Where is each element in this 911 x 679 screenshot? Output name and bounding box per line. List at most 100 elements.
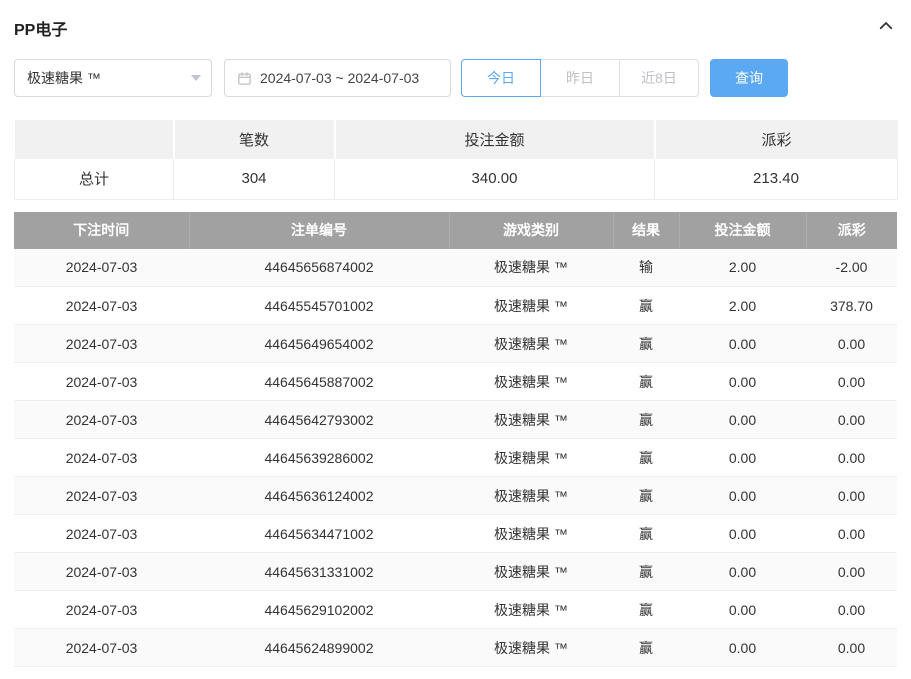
- cell-payout: 0.00: [806, 591, 897, 629]
- table-row: 2024-07-03 44645656874002 极速糖果 ™ 输 2.00 …: [14, 249, 897, 287]
- cell-bet-time: 2024-07-03: [14, 629, 189, 667]
- cell-result: 赢: [613, 325, 679, 363]
- cell-game-type: 极速糖果 ™: [449, 249, 613, 287]
- cell-payout: 0.00: [806, 629, 897, 667]
- cell-result: 赢: [613, 553, 679, 591]
- header-bet-time: 下注时间: [14, 212, 189, 249]
- cell-payout: 0.00: [806, 325, 897, 363]
- cell-result: 赢: [613, 287, 679, 325]
- cell-bet-time: 2024-07-03: [14, 401, 189, 439]
- cell-game-type: 极速糖果 ™: [449, 553, 613, 591]
- cell-result: 输: [613, 249, 679, 287]
- cell-bet-id: 44645545701002: [189, 287, 449, 325]
- cell-bet-time: 2024-07-03: [14, 477, 189, 515]
- cell-result: 赢: [613, 401, 679, 439]
- summary-header-empty: [15, 120, 174, 159]
- cell-game-type: 极速糖果 ™: [449, 515, 613, 553]
- filter-bar: 极速糖果 ™ 2024-07-03 ~ 2024-07-03 今日 昨日 近8日…: [14, 58, 897, 98]
- cell-result: 赢: [613, 591, 679, 629]
- cell-bet-time: 2024-07-03: [14, 363, 189, 401]
- cell-result: 赢: [613, 477, 679, 515]
- game-select-value: 极速糖果 ™: [27, 68, 101, 88]
- pp-electronic-panel: PP电子 极速糖果 ™ 2024-07-03 ~ 2024-07-03 今日 昨…: [0, 0, 911, 679]
- summary-table: 笔数 投注金额 派彩 总计 304 340.00 213.40: [14, 120, 898, 200]
- summary-header-bet-amount: 投注金额: [335, 120, 655, 159]
- cell-bet-amount: 0.00: [679, 515, 806, 553]
- table-row: 2024-07-03 44645639286002 极速糖果 ™ 赢 0.00 …: [14, 439, 897, 477]
- cell-payout: 0.00: [806, 439, 897, 477]
- chevron-down-icon: [191, 75, 201, 81]
- cell-bet-amount: 0.00: [679, 553, 806, 591]
- table-row: 2024-07-03 44645645887002 极速糖果 ™ 赢 0.00 …: [14, 363, 897, 401]
- bet-table-body: 2024-07-03 44645656874002 极速糖果 ™ 输 2.00 …: [14, 249, 897, 667]
- header-result: 结果: [613, 212, 679, 249]
- cell-result: 赢: [613, 629, 679, 667]
- date-range-input[interactable]: 2024-07-03 ~ 2024-07-03: [224, 59, 451, 97]
- cell-bet-time: 2024-07-03: [14, 515, 189, 553]
- cell-payout: -2.00: [806, 249, 897, 287]
- cell-payout: 0.00: [806, 477, 897, 515]
- cell-game-type: 极速糖果 ™: [449, 591, 613, 629]
- summary-total-bet-amount: 340.00: [335, 159, 655, 199]
- cell-game-type: 极速糖果 ™: [449, 325, 613, 363]
- cell-bet-id: 44645631331002: [189, 553, 449, 591]
- cell-bet-time: 2024-07-03: [14, 553, 189, 591]
- summary-header-payout: 派彩: [655, 120, 898, 159]
- cell-bet-time: 2024-07-03: [14, 439, 189, 477]
- table-row: 2024-07-03 44645649654002 极速糖果 ™ 赢 0.00 …: [14, 325, 897, 363]
- yesterday-button[interactable]: 昨日: [540, 59, 620, 97]
- cell-bet-id: 44645656874002: [189, 249, 449, 287]
- cell-payout: 0.00: [806, 401, 897, 439]
- table-row: 2024-07-03 44645634471002 极速糖果 ™ 赢 0.00 …: [14, 515, 897, 553]
- game-select[interactable]: 极速糖果 ™: [14, 59, 212, 97]
- cell-bet-id: 44645639286002: [189, 439, 449, 477]
- cell-bet-amount: 0.00: [679, 477, 806, 515]
- cell-game-type: 极速糖果 ™: [449, 363, 613, 401]
- cell-bet-id: 44645634471002: [189, 515, 449, 553]
- cell-result: 赢: [613, 363, 679, 401]
- cell-bet-amount: 0.00: [679, 363, 806, 401]
- cell-bet-amount: 0.00: [679, 591, 806, 629]
- table-row: 2024-07-03 44645631331002 极速糖果 ™ 赢 0.00 …: [14, 553, 897, 591]
- header-bet-id: 注单编号: [189, 212, 449, 249]
- table-row: 2024-07-03 44645636124002 极速糖果 ™ 赢 0.00 …: [14, 477, 897, 515]
- search-button[interactable]: 查询: [710, 59, 788, 97]
- cell-game-type: 极速糖果 ™: [449, 401, 613, 439]
- today-button[interactable]: 今日: [461, 59, 541, 97]
- cell-bet-amount: 0.00: [679, 439, 806, 477]
- header-bet-amount: 投注金额: [679, 212, 806, 249]
- table-row: 2024-07-03 44645624899002 极速糖果 ™ 赢 0.00 …: [14, 629, 897, 667]
- cell-payout: 0.00: [806, 553, 897, 591]
- cell-bet-time: 2024-07-03: [14, 591, 189, 629]
- cell-bet-amount: 2.00: [679, 249, 806, 287]
- collapse-panel-button[interactable]: [875, 15, 897, 42]
- cell-bet-id: 44645642793002: [189, 401, 449, 439]
- cell-game-type: 极速糖果 ™: [449, 287, 613, 325]
- cell-payout: 0.00: [806, 363, 897, 401]
- cell-bet-amount: 0.00: [679, 629, 806, 667]
- chevron-up-icon: [877, 17, 895, 40]
- cell-result: 赢: [613, 439, 679, 477]
- summary-total-label: 总计: [15, 159, 174, 199]
- cell-bet-amount: 0.00: [679, 325, 806, 363]
- cell-bet-amount: 0.00: [679, 401, 806, 439]
- cell-bet-amount: 2.00: [679, 287, 806, 325]
- calendar-icon: [237, 71, 252, 86]
- header-game-type: 游戏类别: [449, 212, 613, 249]
- cell-bet-time: 2024-07-03: [14, 287, 189, 325]
- cell-bet-id: 44645636124002: [189, 477, 449, 515]
- cell-payout: 0.00: [806, 515, 897, 553]
- summary-header-row: 笔数 投注金额 派彩: [15, 120, 898, 159]
- summary-header-count: 笔数: [174, 120, 335, 159]
- panel-header: PP电子: [14, 12, 897, 44]
- summary-total-row: 总计 304 340.00 213.40: [15, 159, 898, 199]
- last-8-days-button[interactable]: 近8日: [619, 59, 699, 97]
- cell-game-type: 极速糖果 ™: [449, 439, 613, 477]
- cell-game-type: 极速糖果 ™: [449, 629, 613, 667]
- cell-result: 赢: [613, 515, 679, 553]
- cell-bet-id: 44645649654002: [189, 325, 449, 363]
- table-row: 2024-07-03 44645642793002 极速糖果 ™ 赢 0.00 …: [14, 401, 897, 439]
- cell-bet-time: 2024-07-03: [14, 325, 189, 363]
- bet-records-table: 下注时间 注单编号 游戏类别 结果 投注金额 派彩 2024-07-03 446…: [14, 212, 897, 668]
- cell-bet-id: 44645624899002: [189, 629, 449, 667]
